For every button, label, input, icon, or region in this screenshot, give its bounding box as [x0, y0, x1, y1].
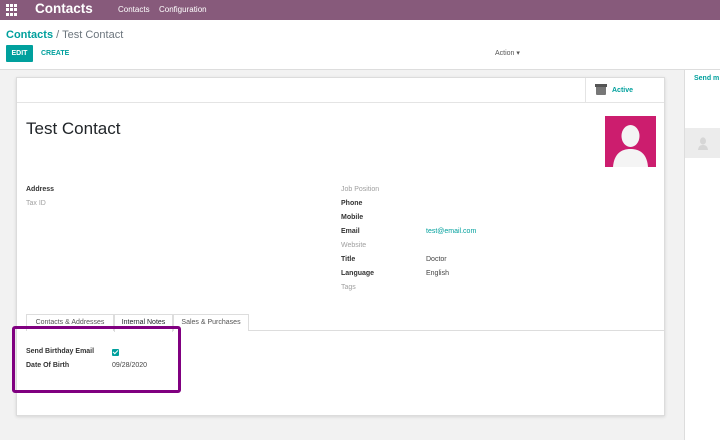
- top-navbar: Contacts Contacts Configuration: [0, 0, 720, 20]
- create-button[interactable]: CREATE: [41, 45, 69, 62]
- title-value: Doctor: [426, 256, 447, 263]
- title-label: Title: [341, 256, 356, 263]
- breadcrumb-current: Test Contact: [62, 29, 124, 41]
- job-position-label: Job Position: [341, 186, 380, 193]
- email-label: Email: [341, 228, 360, 235]
- app-title: Contacts: [35, 1, 93, 16]
- active-label: Active: [612, 87, 634, 94]
- menu-configuration[interactable]: Configuration: [159, 5, 207, 14]
- archive-icon: [595, 84, 607, 95]
- language-label: Language: [341, 270, 375, 277]
- tags-label: Tags: [341, 284, 356, 291]
- edit-button[interactable]: EDIT: [6, 45, 33, 62]
- follower-avatar-icon[interactable]: [697, 136, 709, 150]
- active-toggle-button[interactable]: Active: [585, 78, 664, 103]
- avatar[interactable]: [605, 116, 656, 167]
- contact-name: Test Contact: [26, 119, 121, 138]
- breadcrumb: Contacts / Test Contact: [6, 29, 123, 41]
- action-dropdown[interactable]: Action ▾: [495, 49, 520, 57]
- chatter-panel: Send m: [684, 70, 720, 440]
- language-value: English: [426, 270, 449, 277]
- tab-sales-purchases[interactable]: Sales & Purchases: [173, 314, 249, 331]
- breadcrumb-separator: /: [56, 29, 60, 41]
- control-panel: Contacts / Test Contact EDIT CREATE Action…: [0, 20, 720, 70]
- tax-id-label: Tax ID: [26, 200, 46, 207]
- email-value[interactable]: test@email.com: [426, 228, 476, 235]
- send-message-button[interactable]: Send m: [694, 75, 719, 82]
- menu-contacts[interactable]: Contacts: [118, 5, 150, 14]
- highlight-annotation-box: [12, 326, 181, 393]
- mobile-label: Mobile: [341, 214, 364, 221]
- address-label: Address: [26, 186, 55, 193]
- apps-menu-icon[interactable]: [6, 4, 18, 16]
- website-label: Website: [341, 242, 367, 249]
- smart-button-box: Active: [17, 78, 664, 103]
- avatar-placeholder-icon: [613, 125, 648, 167]
- phone-label: Phone: [341, 200, 363, 207]
- breadcrumb-contacts-link[interactable]: Contacts: [6, 29, 53, 41]
